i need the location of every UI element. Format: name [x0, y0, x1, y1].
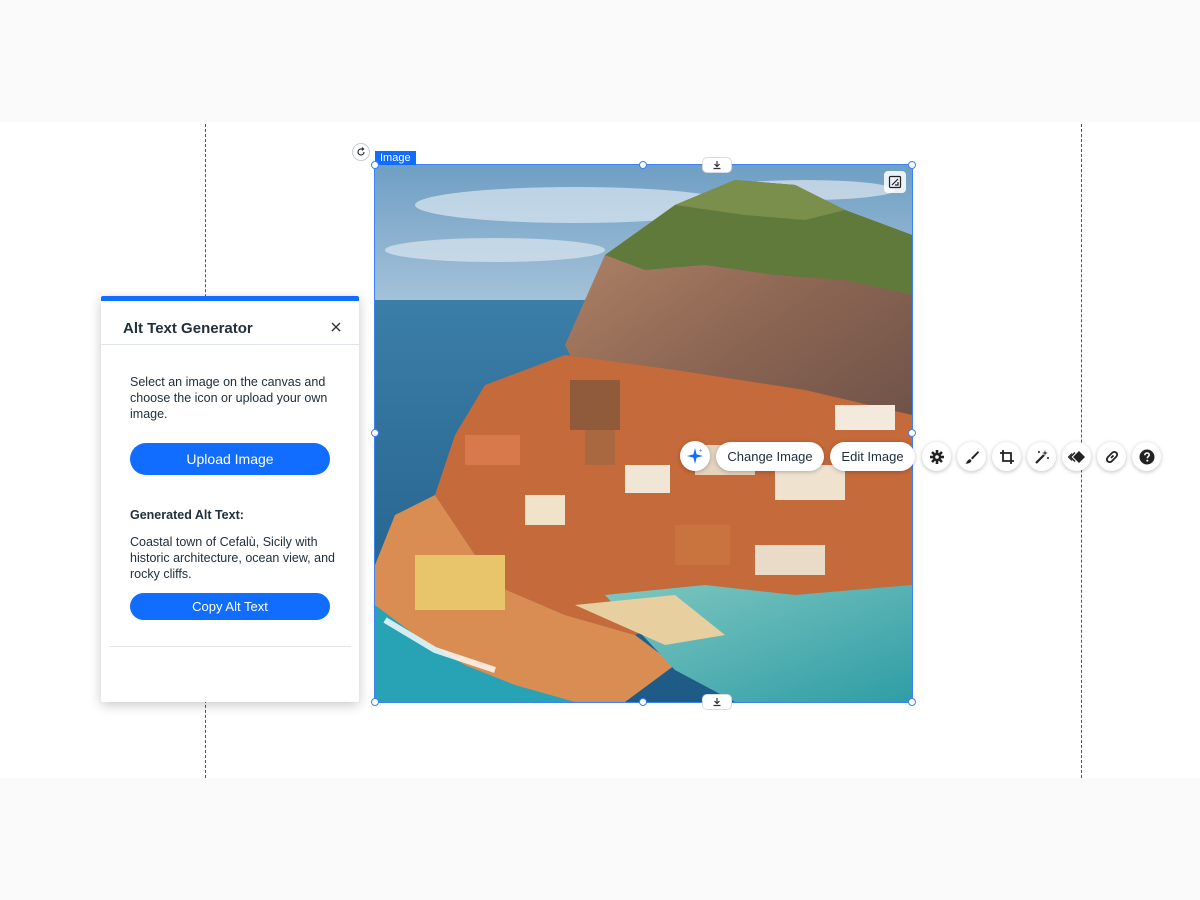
- stretch-top-button[interactable]: [702, 157, 732, 173]
- resize-handle-bottom-right[interactable]: [908, 698, 916, 706]
- magic-wand-icon: [1034, 449, 1049, 464]
- panel-description: Select an image on the canvas and choose…: [130, 375, 328, 421]
- close-icon: [331, 322, 341, 332]
- crop-button[interactable]: [992, 442, 1021, 471]
- alt-text-generator-panel: Alt Text Generator Select an image on th…: [101, 296, 359, 702]
- design-button[interactable]: [957, 442, 986, 471]
- rotate-icon: [357, 147, 365, 156]
- edit-image-icon: [888, 175, 902, 189]
- resize-handle-right[interactable]: [908, 429, 916, 437]
- brush-icon: [965, 450, 979, 464]
- animation-icon: [1067, 450, 1085, 463]
- copy-alt-text-button[interactable]: Copy Alt Text: [130, 593, 330, 620]
- ai-tools-button[interactable]: [680, 441, 710, 471]
- resize-handle-left[interactable]: [371, 429, 379, 437]
- generated-alt-text-label: Generated Alt Text:: [130, 508, 244, 522]
- stretch-bottom-button[interactable]: [702, 694, 732, 710]
- generated-alt-text: Coastal town of Cefalù, Sicily with hist…: [130, 535, 335, 581]
- edit-image-button[interactable]: Edit Image: [830, 442, 915, 471]
- upload-image-button[interactable]: Upload Image: [130, 443, 330, 475]
- panel-divider: [101, 344, 359, 345]
- help-icon: [1139, 449, 1154, 464]
- settings-button[interactable]: [922, 442, 951, 471]
- bottom-band: [0, 778, 1200, 900]
- panel-title: Alt Text Generator: [123, 320, 253, 337]
- selected-image[interactable]: [374, 164, 913, 703]
- gear-icon: [929, 449, 944, 464]
- image-settings-corner-button[interactable]: [884, 171, 906, 193]
- crop-icon: [999, 449, 1014, 464]
- animation-button[interactable]: [1062, 442, 1091, 471]
- cefalu-photo: [375, 165, 912, 702]
- resize-handle-bottom[interactable]: [639, 698, 647, 706]
- link-icon: [1105, 450, 1118, 463]
- link-button[interactable]: [1097, 442, 1126, 471]
- top-band: [0, 0, 1200, 122]
- change-image-button[interactable]: Change Image: [716, 442, 824, 471]
- sparkle-icon: [687, 448, 703, 464]
- download-arrow-icon: [713, 161, 721, 170]
- resize-handle-bottom-left[interactable]: [371, 698, 379, 706]
- resize-handle-top-right[interactable]: [908, 161, 916, 169]
- resize-handle-top-left[interactable]: [371, 161, 379, 169]
- element-type-tag: Image: [375, 151, 416, 165]
- close-button[interactable]: [329, 320, 343, 334]
- panel-footer-divider: [109, 646, 351, 647]
- enhance-button[interactable]: [1027, 442, 1056, 471]
- download-arrow-icon: [713, 698, 721, 707]
- rotate-handle[interactable]: [352, 143, 370, 161]
- help-button[interactable]: [1132, 442, 1161, 471]
- resize-handle-top[interactable]: [639, 161, 647, 169]
